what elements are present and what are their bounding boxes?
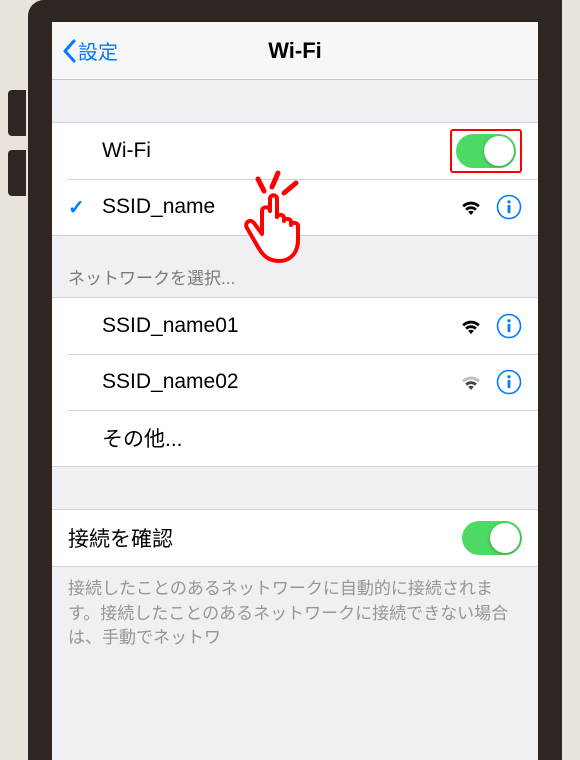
wifi-signal-icon	[460, 373, 482, 391]
wifi-group: Wi-Fi ✓ SSID_name	[52, 122, 538, 236]
ask-join-toggle[interactable]	[462, 521, 522, 555]
volume-down-button	[8, 150, 26, 196]
page-title: Wi-Fi	[52, 38, 538, 64]
chevron-left-icon	[62, 39, 76, 63]
network-row[interactable]: SSID_name01	[52, 298, 538, 354]
wifi-toggle-label: Wi-Fi	[102, 139, 450, 163]
highlight-box	[450, 129, 522, 173]
back-label: 設定	[78, 36, 118, 65]
toggle-knob	[490, 523, 520, 553]
network-ssid: SSID_name01	[102, 314, 460, 338]
choose-network-header: ネットワークを選択...	[52, 236, 538, 297]
other-label: その他...	[102, 423, 522, 453]
wifi-signal-icon	[460, 317, 482, 335]
info-icon[interactable]	[496, 369, 522, 395]
wifi-signal-icon	[460, 198, 482, 216]
info-icon[interactable]	[496, 313, 522, 339]
screen: 設定 Wi-Fi Wi-Fi ✓	[52, 22, 538, 760]
volume-up-button	[8, 90, 26, 136]
info-icon[interactable]	[496, 194, 522, 220]
wifi-toggle-row: Wi-Fi	[52, 123, 538, 179]
content: Wi-Fi ✓ SSID_name	[52, 80, 538, 760]
phone-frame: 設定 Wi-Fi Wi-Fi ✓	[28, 0, 562, 760]
ask-join-group: 接続を確認	[52, 509, 538, 567]
connected-network-row[interactable]: ✓ SSID_name	[52, 179, 538, 235]
back-button[interactable]: 設定	[62, 36, 118, 65]
other-network-row[interactable]: その他...	[52, 410, 538, 466]
connected-ssid: SSID_name	[102, 195, 460, 219]
wifi-toggle[interactable]	[456, 134, 516, 168]
footer-description: 接続したことのあるネットワークに自動的に接続されます。接続したことのあるネットワ…	[52, 567, 538, 661]
toggle-knob	[484, 136, 514, 166]
network-row[interactable]: SSID_name02	[52, 354, 538, 410]
navbar: 設定 Wi-Fi	[52, 22, 538, 80]
ask-join-row: 接続を確認	[52, 510, 538, 566]
ask-join-label: 接続を確認	[68, 523, 462, 553]
networks-group: SSID_name01 SSID_name02	[52, 297, 538, 467]
network-ssid: SSID_name02	[102, 370, 460, 394]
checkmark-icon: ✓	[68, 195, 85, 220]
